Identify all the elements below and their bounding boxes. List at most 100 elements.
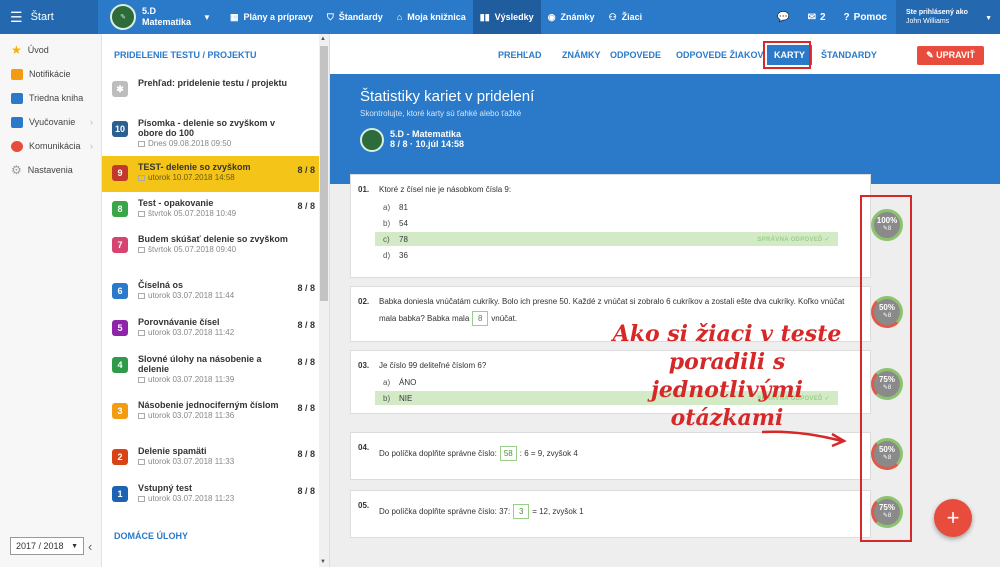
scroll-down-icon[interactable]: ▼ xyxy=(320,559,326,565)
assignment-badge: 7 xyxy=(112,237,128,253)
question-card-1: 01. Ktoré z čísel nie je násobkom čísla … xyxy=(350,174,871,278)
grade-icon: ◉ xyxy=(547,11,556,22)
sidebar-item-teaching[interactable]: Vyučovanie › xyxy=(0,110,101,134)
calendar-icon xyxy=(138,292,145,299)
calendar-icon xyxy=(138,329,145,336)
year-select[interactable]: 2017 / 2018 ▼ xyxy=(10,537,84,555)
calendar-icon xyxy=(138,495,145,502)
assignment-badge: 9 xyxy=(112,165,128,181)
start-button[interactable]: ☰ Štart xyxy=(0,0,98,34)
answer-box: 8 xyxy=(472,311,489,326)
tab-grades[interactable]: ZNÁMKY xyxy=(562,50,601,60)
class-selector[interactable]: ✎ 5.D Matematika ▼ xyxy=(98,0,223,34)
calendar-icon xyxy=(138,174,145,181)
sidebar-item-settings[interactable]: ⚙ Nastavenia xyxy=(0,158,101,182)
class-avatar xyxy=(360,128,384,152)
nav-plans[interactable]: ▦ Plány a prípravy xyxy=(223,0,320,34)
overview-icon: ✱ xyxy=(112,81,128,97)
assignment-list-heading: PRIDELENIE TESTU / PROJEKTU xyxy=(114,50,257,60)
calendar-icon: ▦ xyxy=(229,11,239,22)
list-item[interactable]: 5 Porovnávanie čísel utorok 03.07.2018 11… xyxy=(102,317,320,347)
bar-chart-icon: ▮▮ xyxy=(479,11,490,22)
list-item[interactable]: 7 Budem skúšať delenie so zvyškom štvrtok… xyxy=(102,234,320,274)
star-icon: ★ xyxy=(11,43,22,57)
option-d: d) 36 xyxy=(383,250,408,260)
calendar-icon xyxy=(138,210,145,217)
question-icon: ? xyxy=(843,11,850,23)
assignment-badge: 8 xyxy=(112,201,128,217)
sidebar-item-communication[interactable]: Komunikácia › xyxy=(0,134,101,158)
list-item[interactable]: 8 Test - opakovanie štvrtok 05.07.2018 10… xyxy=(102,198,320,228)
list-item[interactable]: 6 Číselná os utorok 03.07.2018 11:44 8 / … xyxy=(102,280,320,310)
tab-answers[interactable]: ODPOVEDE xyxy=(610,50,661,60)
assignment-badge: 2 xyxy=(112,449,128,465)
scroll-up-icon[interactable]: ▲ xyxy=(320,36,326,42)
students-icon: ⚇ xyxy=(608,11,617,22)
assignment-list: PRIDELENIE TESTU / PROJEKTU ✱ Prehľad: p… xyxy=(102,34,330,567)
class-avatar: ✎ xyxy=(110,4,136,30)
chevron-down-icon: ▼ xyxy=(203,12,211,22)
edit-button[interactable]: ✎ UPRAVIŤ xyxy=(917,46,984,65)
scrollbar-thumb[interactable] xyxy=(320,46,328,301)
book-icon xyxy=(11,92,23,104)
envelope-icon xyxy=(11,68,23,80)
main-nav: ▦ Plány a prípravy ⛉ Štandardy ⌂ Moja knižn… xyxy=(223,0,649,34)
assignment-badge: 5 xyxy=(112,320,128,336)
meta-line: 8 / 8 · 10.júl 14:58 xyxy=(390,139,465,149)
messages-button[interactable]: ✉ 2 xyxy=(799,12,835,23)
add-button[interactable]: + xyxy=(934,499,972,537)
annotation-arrow-icon xyxy=(761,430,847,448)
list-item[interactable]: 10 Písomka - delenie so zvyškom v obore … xyxy=(102,116,320,154)
list-item[interactable]: 4 Slovné úlohy na násobenie a delenie uto… xyxy=(102,354,320,392)
menu-icon: ☰ xyxy=(10,8,23,25)
answer-box: 58 xyxy=(499,446,517,461)
envelope-icon: ✉ xyxy=(807,11,816,23)
stats-header: Štatistiky kariet v pridelení Skontroluj… xyxy=(330,74,1000,184)
question-card-5: 05. Do políčka doplňte správne číslo: 37… xyxy=(350,490,871,538)
nav-library[interactable]: ⌂ Moja knižnica xyxy=(390,0,473,34)
list-item[interactable]: 3 Násobenie jednociferným číslom utorok 0… xyxy=(102,400,320,438)
sidebar-item-notifications[interactable]: Notifikácie xyxy=(0,62,101,86)
gear-icon: ⚙ xyxy=(11,163,22,177)
homework-heading: DOMÁCE ÚLOHY xyxy=(114,531,188,541)
page-subtitle: Skontrolujte, ktoré karty sú ťahké alebo… xyxy=(360,109,522,118)
help-button[interactable]: ? Pomoc xyxy=(835,12,896,23)
option-c: c) 78 SPRÁVNA ODPOVEĎ ✓ xyxy=(375,232,838,246)
left-sidebar: ★ Úvod Notifikácie Triedna kniha Vyučovan… xyxy=(0,34,102,567)
list-item[interactable]: 1 Vstupný test utorok 03.07.2018 11:23 8 … xyxy=(102,483,320,513)
pencil-icon: ✎ xyxy=(926,50,937,60)
chevron-down-icon: ▼ xyxy=(985,15,992,22)
nav-grades[interactable]: ◉ Známky xyxy=(541,0,602,34)
calendar-icon xyxy=(138,412,145,419)
list-item[interactable]: ✱ Prehľad: pridelenie testu / projektu xyxy=(102,76,320,110)
check-icon: ✓ xyxy=(824,236,830,243)
stats-column-highlight xyxy=(860,195,912,542)
page-title: Štatistiky kariet v pridelení xyxy=(360,88,535,105)
sidebar-item-classbook[interactable]: Triedna kniha xyxy=(0,86,101,110)
nav-results[interactable]: ▮▮ Výsledky xyxy=(472,0,541,34)
class-line: 5.D - Matematika xyxy=(390,129,462,139)
assignment-list-scrollbar[interactable]: ▲ ▼ xyxy=(319,34,329,567)
answer-box: 3 xyxy=(513,504,530,519)
assignment-badge: 3 xyxy=(112,403,128,419)
collapse-sidebar-icon[interactable]: ‹ xyxy=(88,539,92,554)
result-tabs: PREHĽAD ZNÁMKY ODPOVEDE ODPOVEDE ŽIAKOV … xyxy=(330,34,1000,74)
list-item[interactable]: 2 Delenie spamäti utorok 03.07.2018 11:33… xyxy=(102,446,320,476)
nav-standards[interactable]: ⛉ Štandardy xyxy=(320,0,390,34)
assignment-badge: 10 xyxy=(112,121,128,137)
tab-overview[interactable]: PREHĽAD xyxy=(498,50,542,60)
list-item[interactable]: 9 TEST- delenie so zvyškom utorok 10.07.2… xyxy=(102,156,320,192)
nav-students[interactable]: ⚇ Žiaci xyxy=(602,0,650,34)
assignment-badge: 6 xyxy=(112,283,128,299)
annotation-text: Ako si žiaci v teste poradili s jednotli… xyxy=(612,321,842,431)
chat-icon: 💬 xyxy=(777,11,790,23)
tab-student-answers[interactable]: ODPOVEDE ŽIAKOV xyxy=(676,50,764,60)
library-icon: ⌂ xyxy=(396,12,403,22)
calendar-icon xyxy=(138,458,145,465)
cards-tab-highlight xyxy=(763,41,811,69)
tab-standards[interactable]: ŠTANDARDY xyxy=(821,50,877,60)
user-menu[interactable]: Ste prihlásený ako John Williams ▼ xyxy=(896,0,1000,34)
option-a: a) 81 xyxy=(383,202,408,212)
sidebar-item-home[interactable]: ★ Úvod xyxy=(0,38,101,62)
chat-button[interactable]: 💬 xyxy=(768,12,798,23)
